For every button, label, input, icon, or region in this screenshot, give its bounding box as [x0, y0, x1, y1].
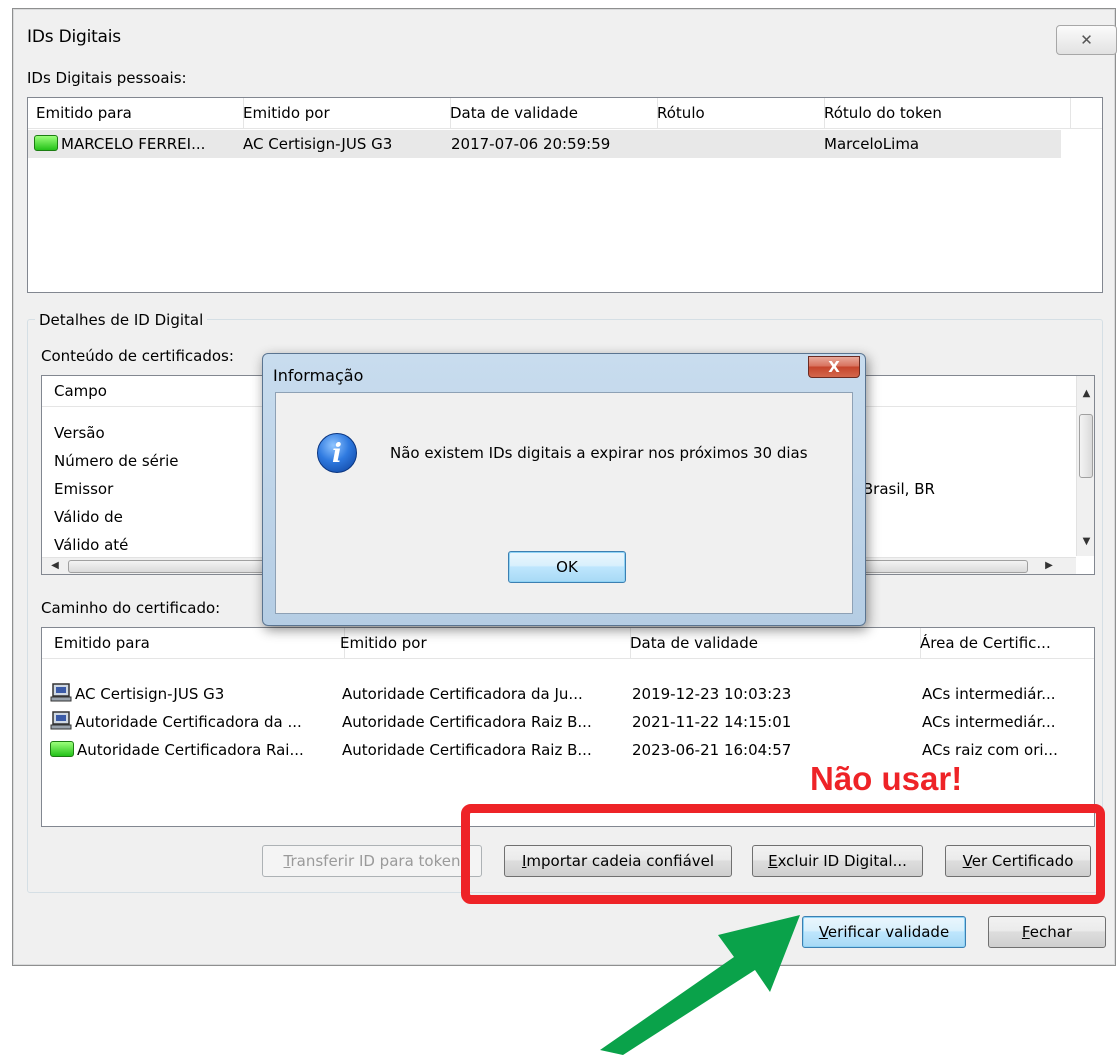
window-close-button[interactable]: ✕ [1056, 25, 1117, 55]
column-header-filler [1062, 98, 1102, 128]
scrollbar-thumb[interactable] [1079, 414, 1093, 478]
field-name: Válido até [54, 536, 129, 554]
issued-to-text: AC Certisign-JUS G3 [75, 685, 225, 703]
certificate-path-header: Emitido para Emitido por Data de validad… [42, 628, 1094, 659]
close-icon: ✕ [1080, 31, 1093, 49]
information-glyph: i [332, 439, 342, 469]
field-name: Emissor [54, 480, 114, 498]
table-row[interactable]: Autoridade Certificadora da ... Autorida… [42, 708, 1094, 736]
scroll-down-arrow-icon[interactable]: ▼ [1077, 536, 1094, 547]
dialog-title: Informação [273, 366, 364, 385]
vertical-scrollbar[interactable]: ▲ ▼ [1076, 376, 1094, 556]
button-label: ransferir ID para token [290, 852, 461, 870]
issued-to-text: Autoridade Certificadora Rai... [77, 741, 304, 759]
green-chip-icon [34, 135, 58, 151]
dialog-body: i Não existem IDs digitais a expirar nos… [275, 392, 853, 614]
valid-until-cell: 2023-06-21 16:04:57 [632, 741, 792, 759]
valid-until-cell: 2021-11-22 14:15:01 [632, 713, 792, 731]
issued-by-cell: Autoridade Certificadora Raiz B... [342, 741, 592, 759]
certificate-path-label: Caminho do certificado: [41, 599, 221, 617]
field-value: -Brasil, BR [858, 480, 935, 498]
button-label: echar [1029, 923, 1073, 941]
warning-highlight-box [461, 804, 1105, 904]
column-header-issued-to[interactable]: Emitido para [42, 628, 345, 658]
details-group-label: Detalhes de ID Digital [35, 311, 208, 329]
ok-button[interactable]: OK [508, 551, 626, 583]
personal-ids-label: IDs Digitais pessoais: [27, 69, 187, 87]
accelerator-key: F [1021, 923, 1030, 941]
transfer-id-to-token-button[interactable]: Transferir ID para token [262, 845, 482, 877]
field-name: Válido de [54, 508, 123, 526]
column-header-valid-until[interactable]: Data de validade [442, 98, 658, 128]
button-label: OK [556, 558, 578, 576]
scroll-right-arrow-icon[interactable]: ▶ [1042, 560, 1056, 571]
verify-validity-button[interactable]: Verificar validade [802, 916, 966, 948]
information-dialog: Informação X i Não existem IDs digitais … [262, 353, 866, 626]
table-row[interactable]: MARCELO FERREI... AC Certisign-JUS G3 20… [28, 130, 1061, 158]
dialog-message: Não existem IDs digitais a expirar nos p… [390, 444, 808, 462]
close-button[interactable]: Fechar [988, 916, 1106, 948]
valid-until-cell: 2017-07-06 20:59:59 [451, 135, 611, 153]
personal-ids-list[interactable]: Emitido para Emitido por Data de validad… [27, 97, 1103, 293]
issued-to-text: MARCELO FERREI... [61, 135, 206, 153]
dialog-close-button[interactable]: X [808, 356, 860, 378]
valid-until-cell: 2019-12-23 10:03:23 [632, 685, 792, 703]
green-arrow-icon [600, 915, 800, 1055]
close-icon: X [828, 358, 840, 376]
warning-annotation: Não usar! [810, 760, 963, 797]
issued-to-cell: MARCELO FERREI... [34, 130, 205, 158]
column-header-issued-by[interactable]: Emitido por [235, 98, 451, 128]
column-header-field[interactable]: Campo [42, 376, 294, 406]
accelerator-key: V [818, 923, 828, 941]
computer-icon [50, 711, 72, 730]
column-header-label[interactable]: Rótulo [649, 98, 825, 128]
issued-by-cell: AC Certisign-JUS G3 [243, 135, 393, 153]
issued-to-cell: AC Certisign-JUS G3 [50, 680, 224, 708]
certification-area-cell: ACs intermediár... [922, 685, 1056, 703]
computer-icon [50, 683, 72, 702]
issued-by-cell: Autoridade Certificadora Raiz B... [342, 713, 592, 731]
field-name: Versão [54, 424, 105, 442]
column-header-certification-area[interactable]: Área de Certific... [912, 628, 1094, 658]
green-chip-icon [50, 741, 74, 757]
information-icon: i [317, 433, 357, 473]
scroll-left-arrow-icon[interactable]: ◀ [48, 560, 62, 571]
column-header-issued-to[interactable]: Emitido para [28, 98, 244, 128]
column-header-issued-by[interactable]: Emitido por [332, 628, 631, 658]
column-header-valid-until[interactable]: Data de validade [622, 628, 921, 658]
arrow-shape [600, 915, 800, 1055]
issued-to-text: Autoridade Certificadora da ... [75, 713, 302, 731]
personal-ids-header: Emitido para Emitido por Data de validad… [28, 98, 1102, 129]
scroll-up-arrow-icon[interactable]: ▲ [1077, 388, 1094, 399]
issued-to-cell: Autoridade Certificadora Rai... [50, 736, 304, 764]
issued-by-cell: Autoridade Certificadora da Ju... [342, 685, 583, 703]
window-title: IDs Digitais [27, 27, 121, 47]
table-row[interactable]: AC Certisign-JUS G3 Autoridade Certifica… [42, 680, 1094, 708]
issued-to-cell: Autoridade Certificadora da ... [50, 708, 302, 736]
button-label: erificar validade [827, 923, 950, 941]
column-header-token-label[interactable]: Rótulo do token [816, 98, 1071, 128]
token-label-cell: MarceloLima [824, 135, 920, 153]
certification-area-cell: ACs intermediár... [922, 713, 1056, 731]
field-name: Número de série [54, 452, 179, 470]
certificate-content-label: Conteúdo de certificados: [41, 347, 234, 365]
